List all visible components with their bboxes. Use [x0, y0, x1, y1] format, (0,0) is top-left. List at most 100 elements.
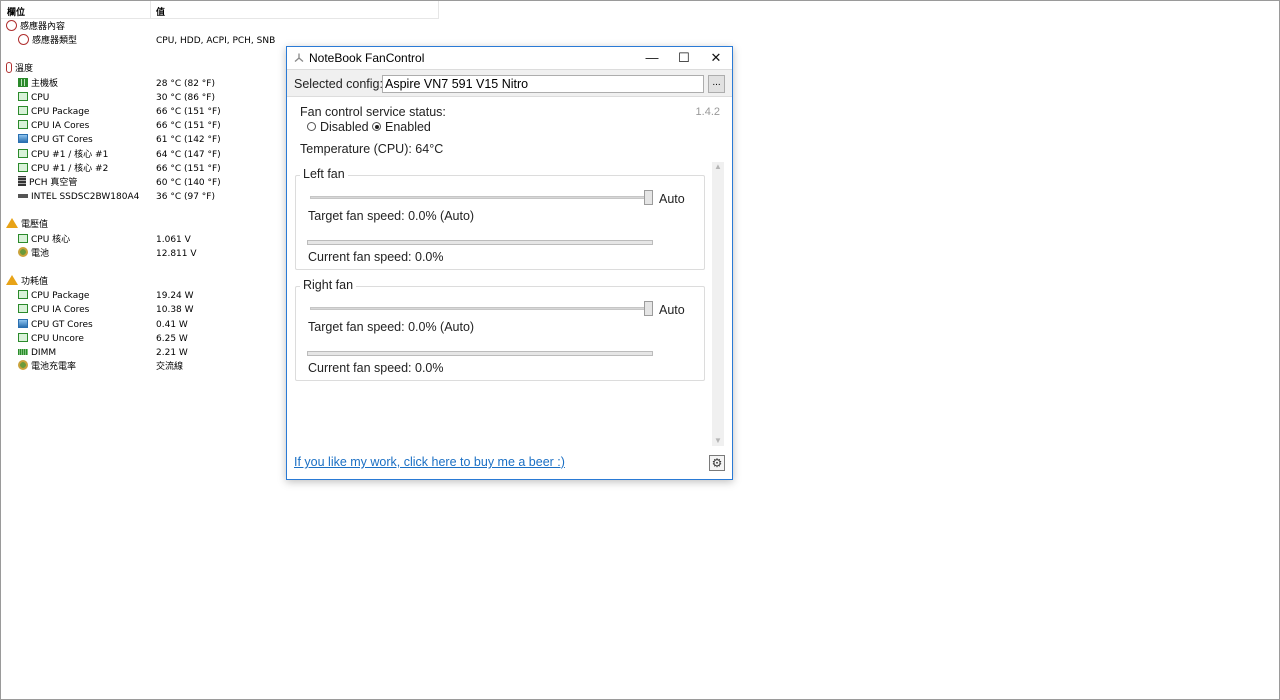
- right-fan-title: Right fan: [300, 278, 357, 292]
- chip-icon: [18, 233, 28, 243]
- sensor-value: 19.24 W: [156, 291, 194, 302]
- right-fan-current-speed: Current fan speed: 0.0%: [308, 361, 444, 375]
- fan-control-content: 1.4.2 Fan control service status: Disabl…: [287, 98, 732, 479]
- service-status-label: Fan control service status:: [300, 105, 446, 119]
- battery-icon: [18, 246, 28, 257]
- scroll-down-arrow-icon[interactable]: ▼: [712, 436, 724, 446]
- sensor-name-text: CPU Package: [31, 107, 90, 117]
- sensor-value: 0.41 W: [156, 319, 188, 330]
- right-fan-slider-thumb[interactable]: [644, 301, 653, 316]
- gauge-icon: [18, 34, 29, 46]
- sensor-name-text: CPU 核心: [31, 234, 71, 245]
- sensor-name-text: 溫度: [15, 64, 34, 75]
- sensor-name-text: CPU #1 / 核心 #2: [31, 163, 109, 174]
- sensor-name-text: CPU Uncore: [31, 333, 84, 344]
- sensor-name: CPU Uncore: [18, 332, 84, 346]
- settings-button[interactable]: ⚙: [709, 455, 725, 471]
- sensor-value: 66 °C (151 °F): [156, 163, 221, 174]
- minimize-button[interactable]: —: [636, 47, 668, 69]
- left-fan-auto-label[interactable]: Auto: [659, 192, 685, 206]
- sensor-name-text: 電池充電率: [31, 362, 77, 373]
- sensor-value: 66 °C (151 °F): [156, 107, 221, 117]
- sensor-name: CPU 核心: [18, 233, 70, 247]
- left-fan-slider-thumb[interactable]: [644, 190, 653, 205]
- sensor-value: 6.25 W: [156, 333, 188, 344]
- sensor-name-text: 主機板: [31, 78, 59, 89]
- sensor-name-text: PCH 真空管: [29, 178, 78, 188]
- gpu-icon: [18, 318, 28, 328]
- title-bar[interactable]: NoteBook FanControl — ☐ ✕: [287, 47, 732, 69]
- radio-enabled-label: Enabled: [385, 120, 431, 134]
- sensor-name-text: CPU GT Cores: [31, 135, 93, 146]
- sensor-value: 60 °C (140 °F): [156, 178, 221, 188]
- maximize-button[interactable]: ☐: [668, 47, 700, 69]
- thermometer-icon: [6, 62, 12, 74]
- sensor-value: 10.38 W: [156, 305, 194, 316]
- sensor-name: 感應器類型: [18, 34, 77, 48]
- service-enabled-radio[interactable]: Enabled: [372, 120, 431, 134]
- sensor-value: 交流線: [156, 362, 184, 373]
- column-header-field[interactable]: 欄位: [7, 5, 25, 18]
- chip-icon: [18, 332, 28, 342]
- cpu-temperature-label: Temperature (CPU): 64°C: [300, 142, 444, 156]
- sensor-name: 功耗值: [6, 275, 48, 289]
- sensor-group-row[interactable]: 感應器內容: [1, 20, 431, 34]
- browse-config-button[interactable]: ...: [708, 75, 725, 93]
- sensor-value: 36 °C (97 °F): [156, 192, 215, 203]
- column-header-value[interactable]: 值: [156, 5, 165, 18]
- sensor-name: CPU Package: [18, 105, 89, 119]
- chip-icon: [18, 290, 28, 300]
- sensor-value: 2.21 W: [156, 348, 188, 358]
- sensor-name-text: CPU IA Cores: [31, 121, 90, 132]
- version-label: 1.4.2: [695, 106, 720, 118]
- sensor-name-text: 感應器類型: [32, 36, 78, 47]
- sensor-name-text: DIMM: [31, 348, 57, 358]
- service-disabled-radio[interactable]: Disabled: [307, 120, 369, 134]
- sensor-value: 1.061 V: [156, 234, 191, 245]
- sensor-name: 電池: [18, 246, 49, 261]
- sensor-value: CPU, HDD, ACPI, PCH, SNB: [156, 36, 276, 47]
- sensor-value: 12.811 V: [156, 248, 197, 259]
- sensor-name: 溫度: [6, 62, 33, 76]
- chip-icon: [18, 304, 28, 314]
- right-fan-slider-track[interactable]: [310, 307, 650, 310]
- sensor-name-text: CPU #1 / 核心 #1: [31, 149, 109, 160]
- config-bar: Selected config: ...: [287, 69, 732, 97]
- scroll-up-arrow-icon[interactable]: ▲: [712, 162, 724, 172]
- vertical-scrollbar[interactable]: ▲ ▼: [712, 162, 724, 446]
- chip-icon: [18, 162, 28, 172]
- sensor-name: CPU GT Cores: [18, 133, 93, 147]
- left-fan-target-speed: Target fan speed: 0.0% (Auto): [308, 209, 475, 223]
- disk-icon: [18, 194, 28, 199]
- radio-disabled-dot[interactable]: [307, 122, 316, 131]
- motherboard-icon: [18, 77, 28, 87]
- gear-icon: ⚙: [711, 456, 723, 470]
- radio-disabled-label: Disabled: [320, 120, 369, 134]
- fancontrol-window: NoteBook FanControl — ☐ ✕ Selected confi…: [286, 46, 733, 480]
- sensor-value: 61 °C (142 °F): [156, 135, 221, 146]
- donate-beer-link[interactable]: If you like my work, click here to buy m…: [294, 455, 565, 469]
- pch-icon: [18, 176, 26, 186]
- sensor-value: 66 °C (151 °F): [156, 121, 221, 132]
- sensor-name: CPU #1 / 核心 #1: [18, 148, 108, 162]
- sensor-name-text: CPU: [31, 92, 50, 103]
- sensor-list-header: 欄位 值: [1, 1, 439, 19]
- close-button[interactable]: ✕: [700, 47, 732, 69]
- sensor-name: 電池充電率: [18, 360, 76, 374]
- sensor-value: 30 °C (86 °F): [156, 92, 215, 103]
- left-fan-current-speed: Current fan speed: 0.0%: [308, 250, 444, 264]
- sensor-name: CPU GT Cores: [18, 318, 93, 332]
- left-fan-speed-bar: [307, 240, 653, 245]
- left-fan-slider-track[interactable]: [310, 196, 650, 199]
- sensor-name: CPU IA Cores: [18, 303, 89, 317]
- selected-config-field[interactable]: [382, 75, 704, 93]
- sensor-name-text: 感應器內容: [20, 22, 66, 32]
- left-fan-group: Left fan Auto Target fan speed: 0.0% (Au…: [295, 167, 705, 270]
- radio-enabled-dot[interactable]: [372, 122, 381, 131]
- right-fan-auto-label[interactable]: Auto: [659, 303, 685, 317]
- warning-icon: [6, 275, 18, 285]
- sensor-value: 28 °C (82 °F): [156, 78, 215, 89]
- sensor-name: PCH 真空管: [18, 176, 77, 190]
- chip-icon: [18, 148, 28, 158]
- sensor-name: CPU IA Cores: [18, 119, 89, 133]
